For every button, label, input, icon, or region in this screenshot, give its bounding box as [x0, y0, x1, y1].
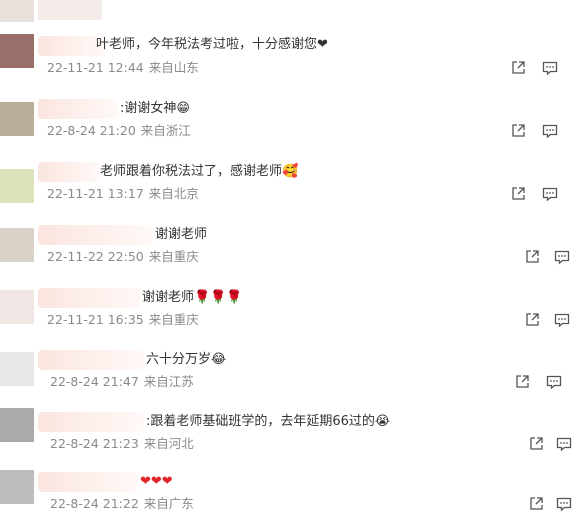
comment-meta: 22-11-21 13:17 来自北京 — [47, 186, 199, 202]
comment-icon[interactable] — [542, 186, 558, 202]
comment-meta: 22-8-24 21:20 来自浙江 — [47, 123, 191, 139]
comment-icon[interactable] — [554, 249, 570, 265]
blurred-username[interactable] — [38, 225, 154, 245]
share-icon[interactable] — [524, 249, 540, 265]
comment-date: 22-11-21 13:17 — [47, 186, 144, 201]
comment-text: ❤❤❤ — [140, 474, 173, 489]
avatar[interactable] — [0, 102, 34, 136]
comment-date: 22-8-24 21:23 — [50, 436, 139, 451]
comment-text: 老师跟着你税法过了，感谢老师🥰 — [100, 164, 299, 179]
comment-location: 来自重庆 — [148, 312, 199, 327]
share-icon[interactable] — [528, 496, 544, 512]
avatar[interactable] — [0, 34, 34, 68]
share-icon[interactable] — [510, 186, 526, 202]
blurred-username[interactable] — [38, 412, 144, 432]
comment-location: 来自重庆 — [148, 249, 199, 264]
comment-location: 来自山东 — [148, 60, 199, 75]
blurred-username[interactable] — [38, 162, 100, 182]
share-icon[interactable] — [510, 123, 526, 139]
comment-date: 22-8-24 21:47 — [50, 374, 139, 389]
blurred-username[interactable] — [38, 36, 104, 56]
comment-icon[interactable] — [542, 123, 558, 139]
comment-meta: 22-8-24 21:47 来自江苏 — [50, 374, 194, 390]
avatar[interactable] — [0, 290, 34, 324]
comment-meta: 22-8-24 21:23 来自河北 — [50, 436, 194, 452]
comment-text: 谢谢老师 — [155, 227, 208, 242]
comment-date: 22-8-24 21:22 — [50, 496, 139, 511]
comment-meta: 22-11-22 22:50 来自重庆 — [47, 249, 199, 265]
comment-icon[interactable] — [546, 374, 562, 390]
partial-blurred-top — [38, 0, 102, 20]
comment-date: 22-11-22 22:50 — [47, 249, 144, 264]
comment-date: 22-8-24 21:20 — [47, 123, 136, 138]
blurred-username[interactable] — [38, 99, 118, 119]
comment-location: 来自浙江 — [140, 123, 191, 138]
comment-location: 来自江苏 — [143, 374, 194, 389]
comment-location: 来自北京 — [148, 186, 199, 201]
comment-icon[interactable] — [556, 496, 572, 512]
avatar[interactable] — [0, 169, 34, 203]
partial-avatar-top — [0, 0, 34, 22]
comment-text: :谢谢女神😁 — [120, 101, 190, 116]
comment-icon[interactable] — [542, 60, 558, 76]
avatar[interactable] — [0, 228, 34, 262]
blurred-username[interactable] — [38, 288, 142, 308]
comment-text: :跟着老师基础班学的，去年延期66过的😭 — [146, 414, 391, 429]
avatar[interactable] — [0, 408, 34, 442]
comment-meta: 22-11-21 12:44 来自山东 — [47, 60, 199, 76]
comment-meta: 22-8-24 21:22 来自广东 — [50, 496, 194, 512]
blurred-username[interactable] — [38, 350, 144, 370]
share-icon[interactable] — [514, 374, 530, 390]
share-icon[interactable] — [524, 312, 540, 328]
comment-icon[interactable] — [554, 312, 570, 328]
comment-date: 22-11-21 12:44 — [47, 60, 144, 75]
share-icon[interactable] — [528, 436, 544, 452]
share-icon[interactable] — [510, 60, 526, 76]
comment-text: 六十分万岁😂 — [146, 352, 227, 367]
comment-text: 谢谢老师🌹🌹🌹 — [142, 290, 243, 305]
avatar[interactable] — [0, 470, 34, 504]
comment-location: 来自广东 — [143, 496, 194, 511]
avatar[interactable] — [0, 352, 34, 386]
comment-text: 叶老师，今年税法考过啦，十分感谢您❤ — [96, 37, 328, 52]
comment-icon[interactable] — [556, 436, 572, 452]
blurred-username[interactable] — [38, 472, 138, 492]
comment-meta: 22-11-21 16:35 来自重庆 — [47, 312, 199, 328]
comment-location: 来自河北 — [143, 436, 194, 451]
comment-date: 22-11-21 16:35 — [47, 312, 144, 327]
